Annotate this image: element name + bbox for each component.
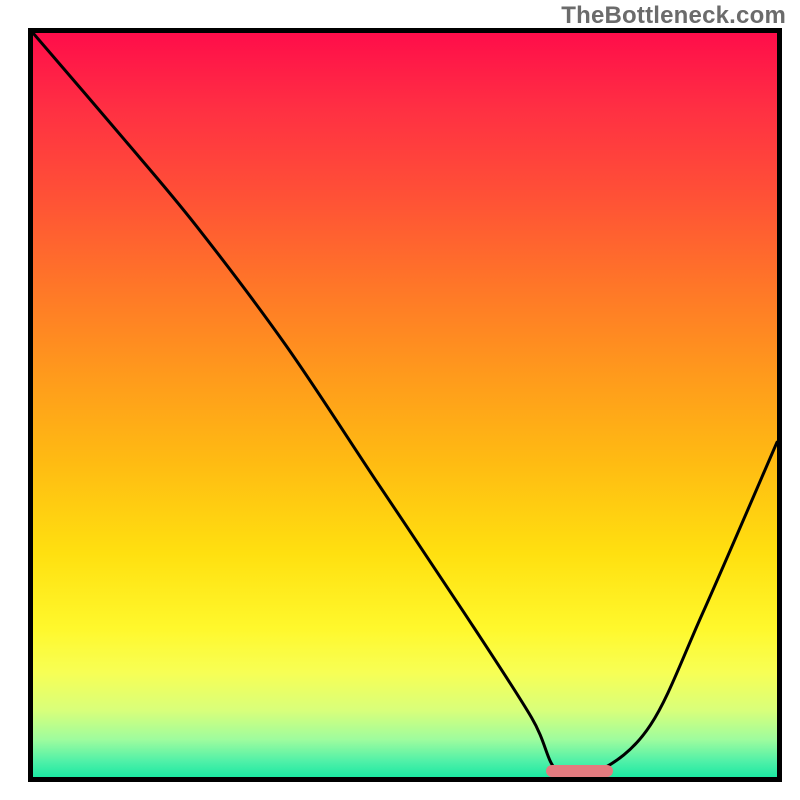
bottleneck-curve-path <box>33 33 777 777</box>
watermark-text: TheBottleneck.com <box>561 2 786 30</box>
plot-frame <box>28 28 782 782</box>
optimal-range-marker <box>546 765 613 777</box>
bottleneck-curve <box>33 33 777 777</box>
stage: TheBottleneck.com <box>0 0 800 800</box>
